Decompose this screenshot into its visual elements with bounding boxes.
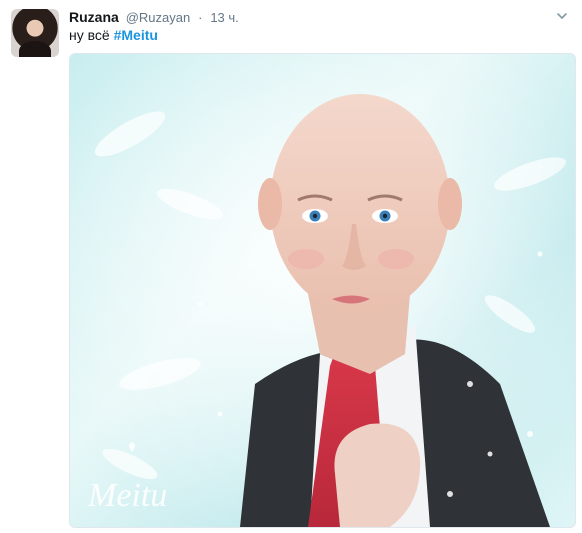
author-name[interactable]: Ruzana: [69, 9, 119, 25]
chevron-down-icon[interactable]: [555, 9, 569, 23]
separator: ·: [198, 10, 203, 25]
timestamp[interactable]: 13 ч.: [210, 10, 238, 25]
author-handle[interactable]: @Ruzayan: [126, 10, 191, 25]
photo-illustration: Meitu: [70, 54, 575, 527]
avatar[interactable]: [11, 9, 59, 57]
tweet-text: ну всё #Meitu: [69, 26, 158, 44]
hashtag-link[interactable]: #Meitu: [114, 27, 158, 43]
tweet-text-prefix: ну всё: [69, 27, 114, 43]
meitu-watermark: Meitu: [87, 477, 167, 514]
tweet-header: Ruzana @Ruzayan · 13 ч.: [69, 8, 239, 27]
tweet-photo[interactable]: Meitu: [69, 53, 576, 528]
tweet: Ruzana @Ruzayan · 13 ч. ну всё #Meitu Me…: [0, 0, 582, 533]
